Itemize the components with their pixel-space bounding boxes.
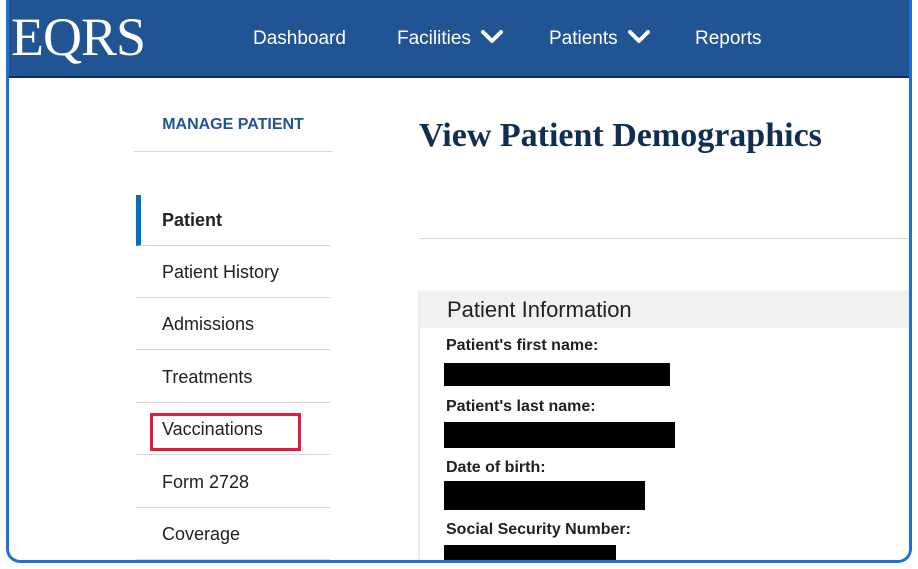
nav-facilities-label: Facilities bbox=[397, 28, 471, 49]
date-of-birth-redacted-value bbox=[444, 481, 645, 510]
sidebar-item-label: Form 2728 bbox=[162, 472, 250, 492]
sidebar-item-label: Patient bbox=[162, 210, 223, 230]
date-of-birth-label: Date of birth: bbox=[446, 459, 546, 476]
nav-patients-label: Patients bbox=[549, 28, 618, 49]
eqrs-logo[interactable]: EQRS bbox=[11, 2, 146, 72]
top-navigation-bar: EQRS Dashboard Facilities Patients Repor… bbox=[9, 0, 909, 78]
sidebar-item-patient-history[interactable]: Patient History bbox=[136, 247, 330, 298]
page-title: View Patient Demographics bbox=[419, 117, 822, 154]
sidebar-item-vaccinations[interactable]: Vaccinations bbox=[136, 404, 330, 455]
chevron-down-icon bbox=[481, 30, 504, 44]
first-name-label: Patient's first name: bbox=[446, 337, 599, 354]
patient-information-card: Patient Information Patient's first name… bbox=[419, 291, 909, 560]
sidebar-item-label: Patient History bbox=[162, 262, 280, 282]
sidebar-item-admissions[interactable]: Admissions bbox=[136, 299, 330, 350]
sidebar-item-coverage[interactable]: Coverage bbox=[136, 509, 330, 560]
ssn-redacted-value bbox=[444, 545, 616, 560]
last-name-redacted-value bbox=[444, 422, 675, 448]
sidebar-item-label: Treatments bbox=[162, 367, 253, 387]
nav-patients[interactable]: Patients bbox=[549, 28, 650, 50]
title-divider bbox=[419, 238, 909, 239]
sidebar-item-form-2728[interactable]: Form 2728 bbox=[136, 457, 330, 508]
sidebar-divider bbox=[134, 151, 332, 152]
first-name-redacted-value bbox=[444, 363, 670, 386]
sidebar-item-treatments[interactable]: Treatments bbox=[136, 352, 330, 403]
sidebar-item-label: Vaccinations bbox=[162, 419, 263, 439]
sidebar-item-label: Coverage bbox=[162, 524, 241, 544]
sidebar-title: MANAGE PATIENT bbox=[162, 116, 304, 133]
card-title: Patient Information bbox=[420, 291, 909, 328]
nav-facilities[interactable]: Facilities bbox=[397, 28, 504, 50]
sidebar-item-label: Admissions bbox=[162, 314, 255, 334]
ssn-label: Social Security Number: bbox=[446, 521, 631, 538]
nav-reports-label: Reports bbox=[695, 28, 762, 49]
browser-frame: EQRS Dashboard Facilities Patients Repor… bbox=[6, 0, 912, 563]
nav-reports[interactable]: Reports bbox=[695, 28, 762, 50]
nav-dashboard-label: Dashboard bbox=[253, 28, 346, 49]
nav-dashboard[interactable]: Dashboard bbox=[253, 28, 346, 50]
chevron-down-icon bbox=[627, 30, 650, 44]
sidebar-item-patient[interactable]: Patient bbox=[136, 195, 330, 246]
last-name-label: Patient's last name: bbox=[446, 398, 596, 415]
